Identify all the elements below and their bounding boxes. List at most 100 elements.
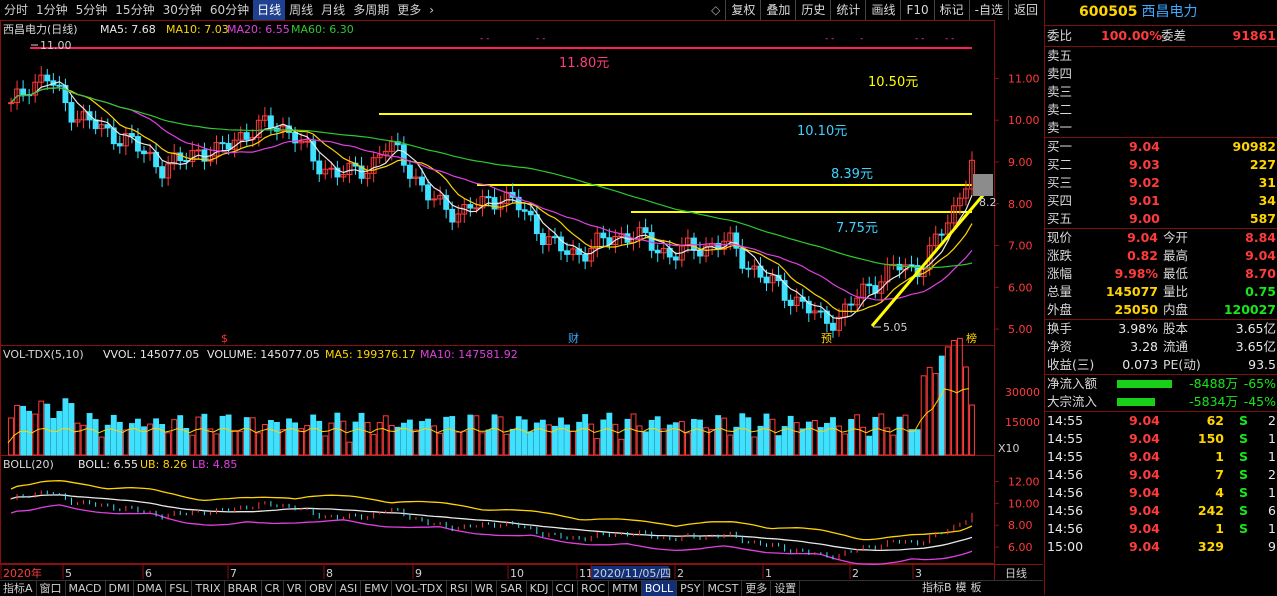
event-mark-forecast[interactable]: 预 bbox=[821, 332, 832, 345]
indicator-tab-0[interactable]: 指标A bbox=[0, 581, 37, 596]
indicator-tab-10[interactable]: OBV bbox=[306, 581, 337, 596]
indicator-tab-8[interactable]: CR bbox=[262, 581, 284, 596]
tick-vol: 62 bbox=[1206, 413, 1224, 428]
indicator-tab-13[interactable]: VOL-TDX bbox=[392, 581, 447, 596]
event-mark-list[interactable]: 榜 bbox=[966, 331, 977, 345]
tool-button-2[interactable]: 历史 bbox=[795, 0, 830, 20]
bid-price: 9.00 bbox=[1129, 211, 1160, 226]
bid-price: 9.04 bbox=[1129, 139, 1160, 154]
period-tab-0[interactable]: 分时 bbox=[0, 0, 32, 20]
tick-price: 9.04 bbox=[1129, 431, 1160, 446]
candle-body bbox=[866, 283, 873, 287]
tick-side: S bbox=[1238, 521, 1248, 536]
indicator-tab-23[interactable]: MCST bbox=[704, 581, 743, 596]
event-mark-finance[interactable]: 财 bbox=[568, 331, 579, 345]
boll-lb-label: LB: 4.85 bbox=[192, 458, 237, 471]
indicator-tab-25[interactable]: 设置 bbox=[771, 581, 801, 596]
volume-bar bbox=[116, 421, 123, 456]
indicator-tab-20[interactable]: MTM bbox=[609, 581, 642, 596]
indicator-tab-7[interactable]: BRAR bbox=[225, 581, 262, 596]
volume-bar bbox=[606, 412, 613, 456]
indicator-tab-24[interactable]: 更多 bbox=[742, 581, 772, 596]
tool-buttons: ◇ 复权 叠加 历史 统计 画线 F10 标记 -自选 返回 bbox=[706, 0, 1043, 20]
indicator-tab-22[interactable]: PSY bbox=[677, 581, 705, 596]
annotation-8-39: 8.39元 bbox=[831, 167, 873, 182]
volume-bar bbox=[896, 416, 903, 456]
period-tab-4[interactable]: 30分钟 bbox=[159, 0, 206, 20]
tick-price: 9.04 bbox=[1129, 503, 1160, 518]
tool-button-4[interactable]: 画线 bbox=[865, 0, 900, 20]
bottom-right-tab-0[interactable]: 指标B bbox=[920, 580, 954, 595]
diamond-icon[interactable]: ◇ bbox=[706, 0, 725, 20]
bottom-right-tab-2[interactable]: 板 bbox=[969, 580, 984, 595]
tick-price: 9.04 bbox=[1129, 413, 1160, 428]
ask-row: 卖四 bbox=[1045, 65, 1277, 83]
volume-bar bbox=[56, 411, 63, 456]
volume-bar bbox=[654, 416, 661, 456]
tool-button-7[interactable]: -自选 bbox=[968, 0, 1008, 20]
money-flows: 净流入额 -8488万 -65% 大宗流入 -5834万 -45% bbox=[1045, 375, 1277, 412]
period-tab-10[interactable]: 更多 bbox=[393, 0, 425, 20]
indicator-tab-19[interactable]: ROC bbox=[578, 581, 610, 596]
stat-value: 0.82 bbox=[1127, 248, 1158, 263]
indicator-tabs: 指标A 窗口 MACD DMI DMA FSL TRIX BRAR CR VR OBV ASI EMV V… bbox=[0, 580, 1043, 596]
volume-bar bbox=[914, 429, 921, 456]
tool-button-1[interactable]: 叠加 bbox=[760, 0, 795, 20]
indicator-tab-18[interactable]: CCI bbox=[553, 581, 579, 596]
tool-button-0[interactable]: 复权 bbox=[725, 0, 760, 20]
price-tick: 5.00 bbox=[1008, 323, 1033, 336]
volume-bar bbox=[491, 414, 498, 456]
tool-button-3[interactable]: 统计 bbox=[830, 0, 865, 20]
tick-time: 15:00 bbox=[1047, 539, 1084, 554]
tool-button-5[interactable]: F10 bbox=[900, 0, 933, 20]
candle-body bbox=[600, 232, 607, 239]
tick-price: 9.04 bbox=[1129, 467, 1160, 482]
indicator-tab-4[interactable]: DMA bbox=[134, 581, 167, 596]
stat2-label-2: 股本 bbox=[1163, 321, 1189, 336]
indicator-tab-17[interactable]: KDJ bbox=[527, 581, 553, 596]
indicator-tab-15[interactable]: WR bbox=[472, 581, 498, 596]
indicator-tab-12[interactable]: EMV bbox=[361, 581, 393, 596]
indicator-tab-2[interactable]: MACD bbox=[66, 581, 106, 596]
candle-body bbox=[830, 322, 836, 331]
tick-row: 14:56 9.04 4 S 1 bbox=[1045, 484, 1277, 502]
tool-button-8[interactable]: 返回 bbox=[1007, 0, 1043, 20]
indicator-tab-5[interactable]: FSL bbox=[166, 581, 193, 596]
stat-label: 外盘 bbox=[1047, 302, 1073, 317]
indicator-tab-21[interactable]: BOLL bbox=[641, 581, 678, 596]
svg-text:- -: - - bbox=[945, 34, 954, 44]
candle-body bbox=[56, 84, 63, 87]
indicator-tab-3[interactable]: DMI bbox=[106, 581, 134, 596]
candle-body bbox=[195, 149, 202, 152]
ma60-label: MA60: 6.30 bbox=[291, 23, 354, 36]
tool-button-6[interactable]: 标记 bbox=[933, 0, 969, 20]
period-tab-7[interactable]: 周线 bbox=[285, 0, 317, 20]
ask-label: 卖三 bbox=[1047, 84, 1073, 99]
stock-name: 西昌电力 bbox=[1141, 4, 1198, 20]
indicator-tab-1[interactable]: 窗口 bbox=[37, 581, 66, 596]
period-tab-5[interactable]: 60分钟 bbox=[206, 0, 253, 20]
period-tab-1[interactable]: 1分钟 bbox=[32, 0, 72, 20]
chevron-right-icon[interactable]: › bbox=[425, 0, 438, 20]
stat-label-2: 量比 bbox=[1163, 284, 1189, 299]
period-tab-8[interactable]: 月线 bbox=[317, 0, 349, 20]
period-tab-2[interactable]: 5分钟 bbox=[72, 0, 112, 20]
volume-bar bbox=[582, 414, 589, 456]
bottom-right-tab-1[interactable]: 模 bbox=[954, 580, 969, 595]
volume-bar bbox=[449, 416, 456, 456]
event-mark-dollar[interactable]: $ bbox=[221, 332, 228, 345]
ask-label: 卖二 bbox=[1047, 102, 1073, 117]
period-tab-6[interactable]: 日线 bbox=[253, 0, 286, 20]
stat-value-2: 9.04 bbox=[1245, 248, 1276, 263]
tick-count: 2 bbox=[1268, 467, 1276, 482]
indicator-tab-16[interactable]: SAR bbox=[497, 581, 527, 596]
volume-bar bbox=[672, 422, 679, 456]
period-tab-9[interactable]: 多周期 bbox=[349, 0, 393, 20]
indicator-tab-6[interactable]: TRIX bbox=[192, 581, 225, 596]
stat-label: 总量 bbox=[1047, 284, 1073, 299]
indicator-tab-9[interactable]: VR bbox=[284, 581, 307, 596]
indicator-tab-11[interactable]: ASI bbox=[336, 581, 362, 596]
indicator-tab-14[interactable]: RSI bbox=[447, 581, 472, 596]
period-tab-3[interactable]: 15分钟 bbox=[111, 0, 158, 20]
volume-bar bbox=[467, 414, 474, 456]
